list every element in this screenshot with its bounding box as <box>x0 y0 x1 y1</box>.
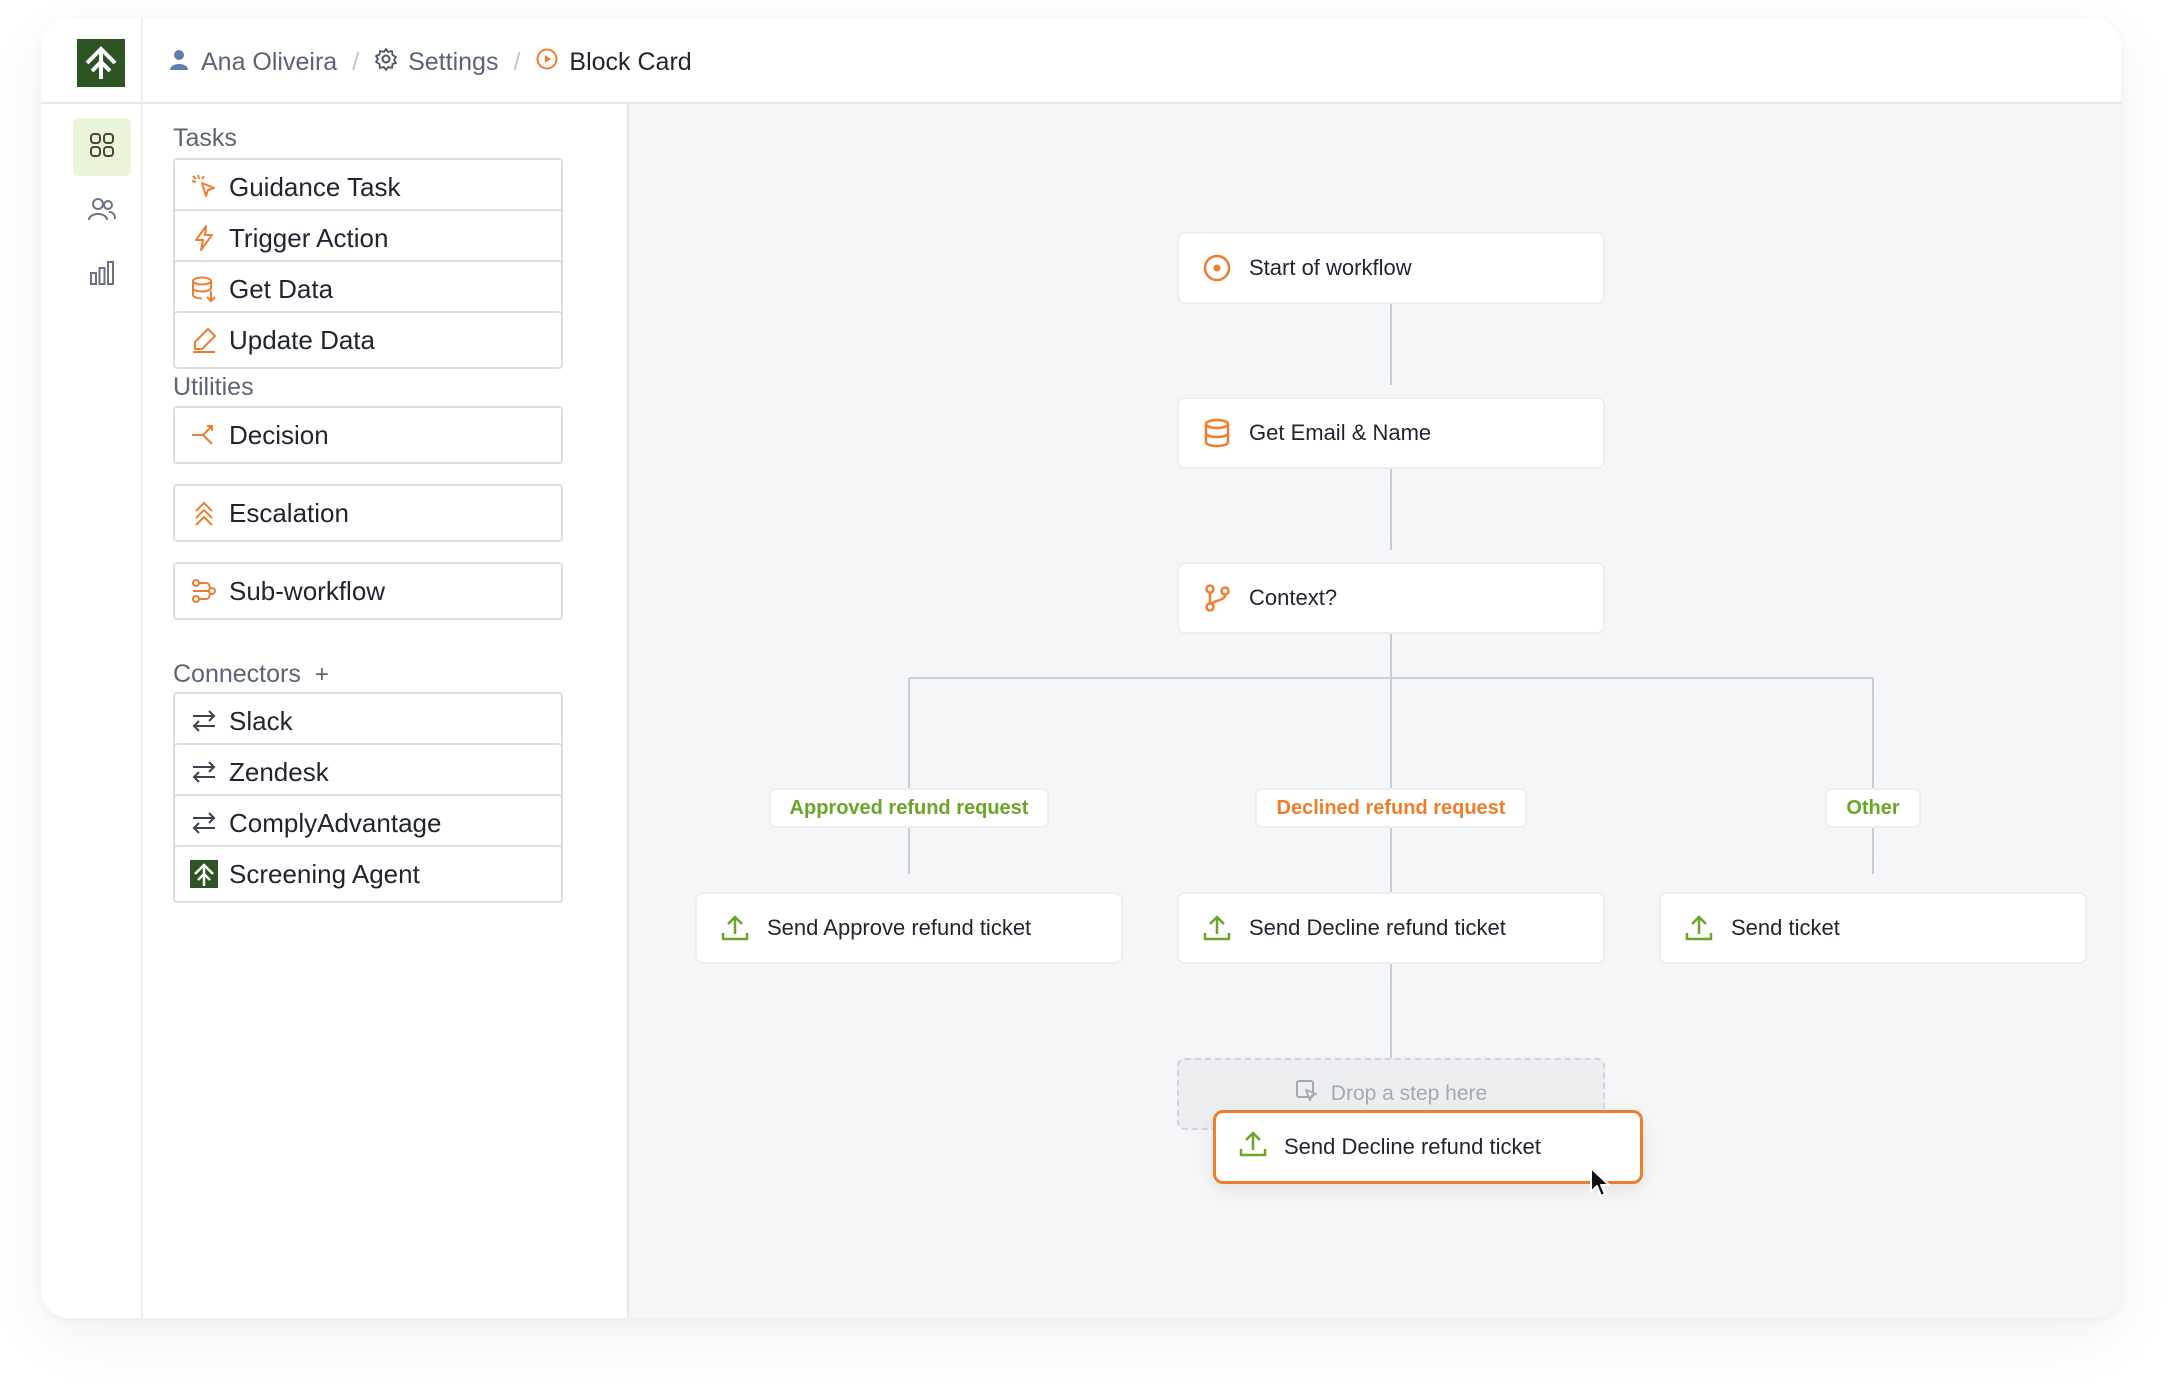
cursor-click-icon <box>189 172 219 202</box>
branch-label-approved[interactable]: Approved refund request <box>769 788 1049 828</box>
tool-label: Escalation <box>229 497 349 528</box>
node-start[interactable]: Start of workflow <box>1177 232 1605 304</box>
node-label: Context? <box>1249 585 1338 610</box>
tool-decision[interactable]: Decision <box>173 406 563 464</box>
split-icon <box>189 420 219 450</box>
node-label: Send Approve refund ticket <box>767 915 1032 940</box>
bolt-icon <box>189 223 219 253</box>
section-title-connectors: Connectors + <box>173 660 329 689</box>
drop-zone-label: Drop a step here <box>1330 1082 1488 1105</box>
section-title-utilities: Utilities <box>173 373 254 401</box>
node-send-decline[interactable]: Send Decline refund ticket <box>1177 892 1605 964</box>
brand-logo-icon <box>189 859 219 889</box>
node-label: Get Email & Name <box>1249 420 1432 445</box>
gear-icon <box>374 47 398 78</box>
arrows-exchange-icon <box>189 757 219 787</box>
chevrons-up-icon <box>189 498 219 528</box>
tool-label: Trigger Action <box>229 222 389 253</box>
tool-update-data[interactable]: Update Data <box>173 311 563 369</box>
node-label: Start of workflow <box>1249 255 1412 280</box>
node-decision[interactable]: Context? <box>1177 562 1605 634</box>
breadcrumb-settings-label: Settings <box>408 47 499 76</box>
tool-get-data[interactable]: Get Data <box>173 260 563 318</box>
add-connector-button[interactable]: + <box>315 661 329 689</box>
breadcrumb-user-label: Ana Oliveira <box>201 47 338 76</box>
upload-icon <box>1683 912 1715 944</box>
node-get-data[interactable]: Get Email & Name <box>1177 397 1605 469</box>
workflow-canvas[interactable]: Start of workflow Get Email & Name Conte… <box>629 104 2121 1318</box>
connectors-title-label: Connectors <box>173 660 301 688</box>
upload-icon <box>719 912 751 944</box>
steps-panel: Tasks Guidance Task Trigger Action Get D… <box>143 104 629 1318</box>
route-icon <box>189 576 219 606</box>
users-icon <box>87 195 117 228</box>
tool-label: ComplyAdvantage <box>229 807 442 838</box>
tool-label: Zendesk <box>229 756 329 787</box>
play-circle-icon <box>535 47 559 78</box>
tool-label: Guidance Task <box>229 171 401 202</box>
section-title-tasks: Tasks <box>173 124 237 152</box>
arrows-exchange-icon <box>189 808 219 838</box>
breadcrumb: Ana Oliveira / Settings / Block Card <box>167 44 692 80</box>
page-title: Block Card <box>569 47 692 76</box>
nav-workflows[interactable] <box>73 118 131 176</box>
tool-guidance-task[interactable]: Guidance Task <box>173 158 563 216</box>
drop-target-icon <box>1295 1079 1319 1109</box>
upload-icon <box>1238 1129 1268 1165</box>
grid-icon <box>88 131 116 164</box>
tool-sub-workflow[interactable]: Sub-workflow <box>173 562 563 620</box>
tool-label: Screening Agent <box>229 858 420 889</box>
git-branch-icon <box>1201 582 1233 614</box>
tool-label: Update Data <box>229 324 375 355</box>
breadcrumb-current: Block Card <box>535 47 692 78</box>
nav-analytics[interactable] <box>73 246 131 304</box>
node-label: Send ticket <box>1731 915 1840 940</box>
tool-label: Sub-workflow <box>229 575 386 606</box>
breadcrumb-separator: / <box>513 47 521 76</box>
breadcrumb-user[interactable]: Ana Oliveira <box>167 47 337 78</box>
tool-escalation[interactable]: Escalation <box>173 484 563 542</box>
app-window: Ana Oliveira / Settings / Block Card Tas… <box>41 18 2121 1318</box>
tool-zendesk[interactable]: Zendesk <box>173 743 563 801</box>
tool-label: Get Data <box>229 273 334 304</box>
tool-trigger-action[interactable]: Trigger Action <box>173 209 563 267</box>
upload-icon <box>1201 912 1233 944</box>
dragged-step-label: Send Decline refund ticket <box>1284 1134 1541 1159</box>
database-icon <box>1201 417 1233 449</box>
branch-label-other[interactable]: Other <box>1825 788 1921 828</box>
target-icon <box>1201 252 1233 284</box>
tool-complyadvantage[interactable]: ComplyAdvantage <box>173 794 563 852</box>
branch-label-declined[interactable]: Declined refund request <box>1255 788 1527 828</box>
bar-chart-icon <box>88 259 116 292</box>
node-label: Send Decline refund ticket <box>1249 915 1506 940</box>
dragged-step-card[interactable]: Send Decline refund ticket <box>1213 1110 1643 1184</box>
nav-users[interactable] <box>73 182 131 240</box>
tool-slack[interactable]: Slack <box>173 692 563 750</box>
tool-label: Decision <box>229 419 329 450</box>
breadcrumb-separator: / <box>352 47 360 76</box>
arrows-exchange-icon <box>189 706 219 736</box>
node-send-ticket[interactable]: Send ticket <box>1659 892 2087 964</box>
tool-screening-agent[interactable]: Screening Agent <box>173 845 563 903</box>
pen-icon <box>189 325 219 355</box>
breadcrumb-settings[interactable]: Settings <box>374 47 498 78</box>
database-download-icon <box>189 274 219 304</box>
app-logo[interactable] <box>77 39 125 87</box>
top-bar: Ana Oliveira / Settings / Block Card <box>41 18 2121 104</box>
mouse-pointer-icon <box>1590 1167 1610 1197</box>
user-icon <box>167 47 191 78</box>
tool-label: Slack <box>229 705 293 736</box>
node-send-approve[interactable]: Send Approve refund ticket <box>695 892 1123 964</box>
